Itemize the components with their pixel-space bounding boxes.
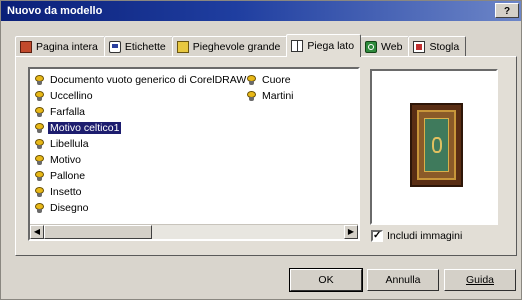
- list-item-label: Motivo: [50, 154, 81, 166]
- template-icon: [34, 154, 45, 166]
- template-icon: [34, 170, 45, 182]
- side-fold-icon: [291, 40, 304, 52]
- template-icon: [34, 186, 45, 198]
- tab-label: Etichette: [124, 40, 166, 53]
- help-icon[interactable]: ?: [495, 3, 519, 18]
- list-item-selected[interactable]: Motivo celtico1: [34, 120, 248, 136]
- tab-label: Stogla: [429, 40, 460, 53]
- template-column-2: Cuore Martini: [246, 72, 296, 104]
- template-icon: [34, 202, 45, 214]
- full-page-icon: [20, 40, 32, 53]
- include-images-checkbox[interactable]: ✓: [371, 230, 383, 242]
- template-list[interactable]: Documento vuoto generico di CorelDRAW Uc…: [28, 67, 360, 241]
- template-icon: [34, 138, 45, 150]
- ok-button[interactable]: OK: [289, 268, 363, 292]
- tab-label: Web: [381, 40, 403, 53]
- scroll-right-icon[interactable]: ▶: [344, 225, 358, 239]
- tab-stogla[interactable]: Stogla: [408, 36, 467, 56]
- list-item[interactable]: Uccellino: [34, 88, 248, 104]
- template-preview: [370, 69, 498, 225]
- dialog-window: Nuovo da modello ? Pagina intera Etichet…: [0, 0, 522, 300]
- template-icon: [34, 74, 45, 86]
- title-bar[interactable]: Nuovo da modello ?: [1, 1, 521, 21]
- list-item[interactable]: Documento vuoto generico di CorelDRAW: [34, 72, 248, 88]
- tab-pagina-intera[interactable]: Pagina intera: [15, 36, 105, 56]
- horizontal-scrollbar[interactable]: ◀ ▶: [30, 224, 358, 239]
- include-images-option[interactable]: ✓ Includi immagini: [371, 230, 462, 242]
- web-icon: [365, 40, 378, 53]
- folder-icon: [176, 40, 189, 53]
- style-icon: [413, 40, 426, 53]
- list-item[interactable]: Libellula: [34, 136, 248, 152]
- list-item[interactable]: Cuore: [246, 72, 296, 88]
- tab-label: Pieghevole grande: [192, 40, 281, 53]
- include-images-label: Includi immagini: [387, 230, 463, 242]
- list-item-label: Motivo celtico1: [48, 122, 122, 134]
- list-item-label: Farfalla: [50, 106, 86, 118]
- list-item-label: Libellula: [50, 138, 89, 150]
- template-icon: [34, 122, 45, 134]
- tab-etichette[interactable]: Etichette: [103, 36, 173, 56]
- tab-label: Pagina intera: [36, 40, 98, 53]
- celtic-knot-icon: [431, 137, 442, 153]
- template-icon: [34, 90, 45, 102]
- template-icon: [34, 106, 45, 118]
- list-item-label: Pallone: [50, 170, 86, 182]
- template-column-1: Documento vuoto generico di CorelDRAW Uc…: [34, 72, 248, 216]
- label-icon: [108, 40, 121, 53]
- list-item-label: Insetto: [50, 186, 82, 198]
- celtic-pattern-thumbnail: [410, 103, 463, 187]
- list-item-label: Disegno: [50, 202, 89, 214]
- list-item[interactable]: Martini: [246, 88, 296, 104]
- list-item-label: Uccellino: [50, 90, 93, 102]
- tab-strip: Pagina intera Etichette Pieghevole grand…: [15, 34, 467, 57]
- tab-pieghevole-grande[interactable]: Pieghevole grande: [171, 36, 288, 56]
- thumbnail-border: [417, 110, 456, 180]
- cancel-button[interactable]: Annulla: [367, 269, 439, 291]
- template-icon: [246, 74, 257, 86]
- scrollbar-thumb[interactable]: [44, 225, 152, 239]
- tab-label: Piega lato: [307, 40, 355, 52]
- template-icon: [246, 90, 257, 102]
- list-item-label: Cuore: [262, 74, 291, 86]
- list-item[interactable]: Farfalla: [34, 104, 248, 120]
- help-button[interactable]: Guida: [444, 269, 516, 291]
- list-item[interactable]: Motivo: [34, 152, 248, 168]
- dialog-title: Nuovo da modello: [7, 5, 103, 17]
- tab-web[interactable]: Web: [360, 36, 410, 56]
- thumbnail-center: [424, 118, 449, 172]
- tab-piega-lato[interactable]: Piega lato: [286, 34, 362, 57]
- list-item-label: Documento vuoto generico di CorelDRAW: [50, 74, 247, 86]
- list-item[interactable]: Pallone: [34, 168, 248, 184]
- list-item[interactable]: Insetto: [34, 184, 248, 200]
- list-item-label: Martini: [262, 90, 294, 102]
- list-item[interactable]: Disegno: [34, 200, 248, 216]
- scroll-left-icon[interactable]: ◀: [30, 225, 44, 239]
